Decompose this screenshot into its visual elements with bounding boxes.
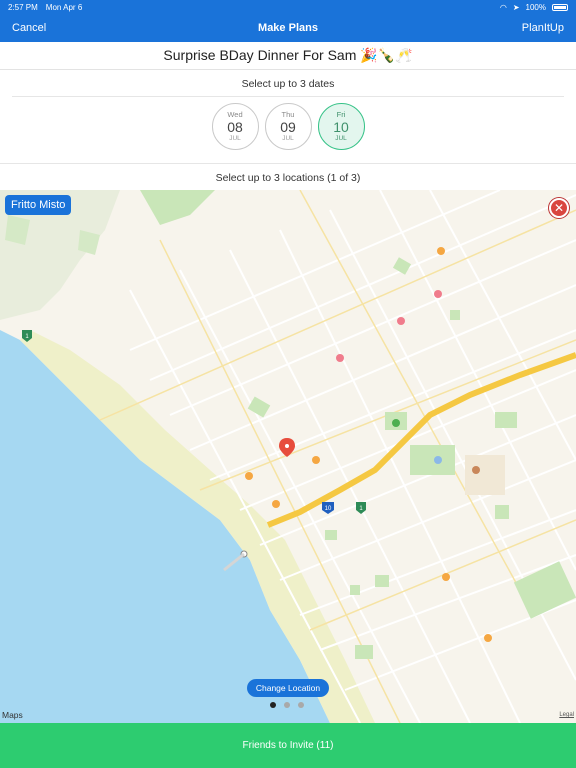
dates-divider [12, 96, 564, 97]
park-area [392, 257, 412, 275]
poi-marker[interactable] [245, 472, 253, 480]
route-shield-1-south: 1 [356, 502, 366, 514]
park-area [350, 585, 360, 595]
park-area [247, 396, 271, 418]
selected-place-label[interactable]: Fritto Misto [5, 195, 72, 215]
date-day: 10 [333, 119, 349, 135]
date-option-wed[interactable]: Wed 08 JUL [211, 103, 259, 150]
page-dot[interactable] [284, 702, 290, 708]
poi-marker[interactable] [434, 456, 442, 464]
poi-marker[interactable] [484, 634, 492, 642]
status-bar: 2:57 PM Mon Apr 6 ◠ ➤ 100% [0, 0, 576, 14]
remove-location-button[interactable]: ✕ [549, 198, 569, 218]
route-shield-label: 10 [325, 506, 332, 512]
change-location-button[interactable]: Change Location [247, 679, 329, 697]
legal-link[interactable]: Legal [559, 712, 574, 718]
event-title[interactable]: Surprise BDay Dinner For Sam 🎉🍾🥂 [0, 42, 576, 70]
nav-bar: Cancel Make Plans PlanItUp [0, 14, 576, 42]
page-dot[interactable] [298, 702, 304, 708]
date-option-thu[interactable]: Thu 09 JUL [264, 103, 312, 150]
route-shield-10: 10 [322, 502, 334, 514]
park-area [495, 505, 509, 519]
campus-area [465, 455, 505, 495]
poi-marker[interactable] [442, 573, 450, 581]
park-area [140, 190, 215, 225]
date-day: 08 [227, 119, 243, 135]
poi-marker[interactable] [397, 317, 405, 325]
map-canvas[interactable]: 1 10 1 [0, 190, 576, 723]
status-time: 2:57 PM [8, 2, 38, 12]
date-month: JUL [335, 135, 347, 142]
location-pin-icon[interactable] [279, 438, 295, 457]
poi-marker[interactable] [434, 290, 442, 298]
dates-heading: Select up to 3 dates [241, 78, 335, 90]
cancel-button[interactable]: Cancel [12, 22, 46, 34]
page-indicator[interactable] [270, 702, 304, 708]
park-area [513, 561, 576, 619]
park-area [410, 445, 455, 475]
park-area [325, 530, 337, 540]
battery-icon [552, 3, 568, 11]
date-dow: Wed [227, 109, 243, 119]
date-month: JUL [229, 135, 241, 142]
poi-marker[interactable] [392, 419, 400, 427]
poi-marker[interactable] [336, 354, 344, 362]
poi-marker[interactable] [472, 466, 480, 474]
locations-heading: Select up to 3 locations (1 of 3) [215, 172, 361, 184]
close-icon: ✕ [553, 201, 565, 215]
page-dot[interactable] [270, 702, 276, 708]
date-picker: Wed 08 JUL Thu 09 JUL Fri 10 JUL [0, 103, 576, 151]
ocean [0, 330, 330, 723]
nav-title: Make Plans [258, 22, 318, 34]
park-area [495, 412, 517, 428]
date-day: 09 [280, 119, 296, 135]
highway-10 [266, 352, 576, 528]
battery-percent: 100% [525, 2, 546, 12]
park-area [355, 645, 373, 659]
date-dow: Thu [281, 109, 295, 119]
wifi-icon: ◠ [499, 2, 507, 12]
date-dow: Fri [336, 109, 346, 119]
park-area [375, 575, 389, 587]
planitup-button[interactable]: PlanItUp [522, 22, 564, 34]
maps-logo-text: Maps [2, 710, 23, 720]
location-icon: ➤ [512, 2, 520, 12]
poi-marker[interactable] [312, 456, 320, 464]
friends-to-invite-button[interactable]: Friends to Invite (11) [0, 723, 576, 768]
poi-marker[interactable] [272, 500, 280, 508]
date-month: JUL [282, 135, 294, 142]
park-area [450, 310, 460, 320]
poi-marker[interactable] [437, 247, 445, 255]
status-date: Mon Apr 6 [45, 2, 83, 12]
map-view[interactable]: 1 10 1 Fritto Misto ✕ Change Location Ma… [0, 190, 576, 723]
date-option-fri[interactable]: Fri 10 JUL [317, 103, 365, 150]
maps-logo: Maps [2, 710, 23, 720]
